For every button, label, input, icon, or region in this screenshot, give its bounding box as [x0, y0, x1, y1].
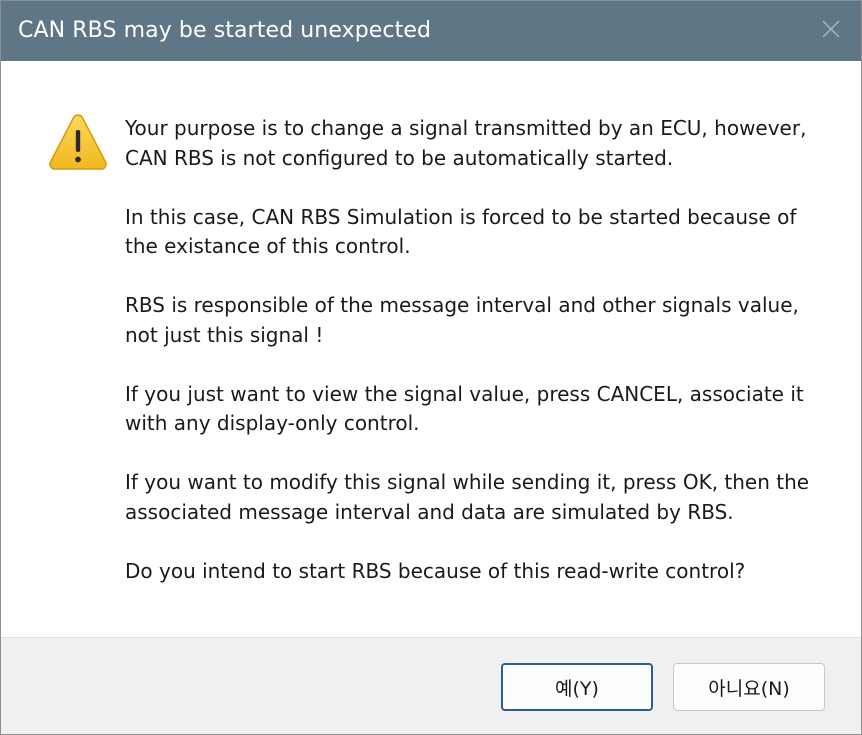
dialog-message: Your purpose is to change a signal trans…	[125, 114, 825, 616]
message-line: with any display-only control.	[125, 411, 420, 435]
dialog-content: Your purpose is to change a signal trans…	[1, 61, 861, 637]
title-bar[interactable]: CAN RBS may be started unexpected	[1, 1, 861, 61]
button-bar: 예(Y) 아니요(N)	[1, 637, 861, 734]
message-paragraph: In this case, CAN RBS Simulation is forc…	[125, 203, 825, 262]
message-line: If you just want to view the signal valu…	[125, 381, 804, 406]
no-button[interactable]: 아니요(N)	[673, 663, 825, 711]
yes-button[interactable]: 예(Y)	[501, 663, 653, 711]
message-line: the existance of this control.	[125, 234, 411, 258]
message-paragraph: RBS is responsible of the message interv…	[125, 291, 825, 350]
message-paragraph: Your purpose is to change a signal trans…	[125, 114, 825, 173]
message-line: RBS is responsible of the message interv…	[125, 293, 799, 317]
warning-icon	[49, 114, 107, 170]
message-line: In this case, CAN RBS Simulation is forc…	[125, 204, 797, 229]
message-line: not just this signal !	[125, 322, 324, 347]
close-icon[interactable]	[819, 17, 843, 41]
question-line: Do you intend to start RBS because of th…	[125, 558, 746, 583]
message-dialog: CAN RBS may be started unexpected Your p…	[0, 0, 862, 735]
message-paragraph: If you want to modify this signal while …	[125, 468, 825, 527]
message-line: associated message interval and data are…	[125, 499, 734, 524]
window-title: CAN RBS may be started unexpected	[18, 18, 432, 43]
message-line: If you want to modify this signal while …	[125, 470, 810, 494]
message-paragraph: If you just want to view the signal valu…	[125, 380, 825, 439]
message-question: Do you intend to start RBS because of th…	[125, 557, 825, 587]
message-line: Your purpose is to change a signal trans…	[125, 116, 807, 140]
message-line: CAN RBS is not configured to be automati…	[125, 145, 674, 170]
